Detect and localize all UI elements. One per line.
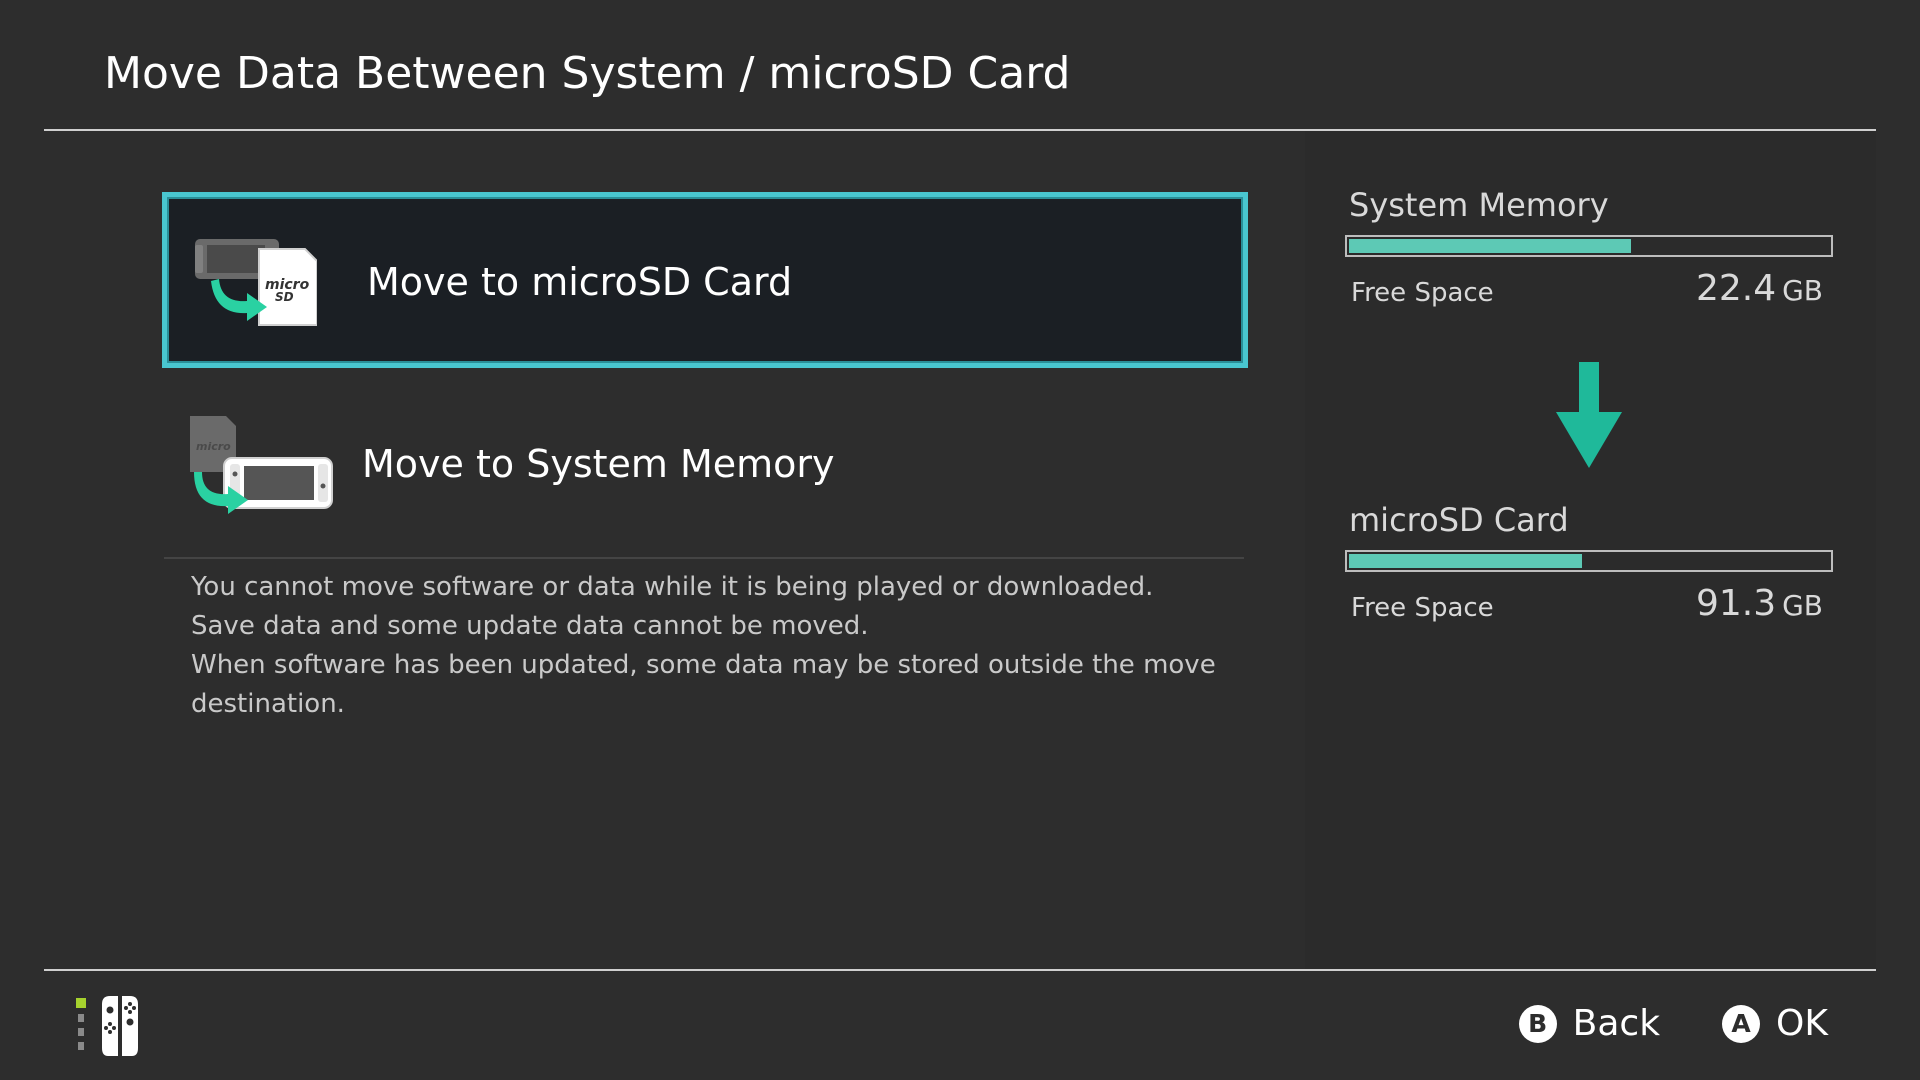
move-to-system-icon: micro [188, 414, 334, 518]
microsd-card-bar-fill [1349, 554, 1583, 568]
system-free-space-label: Free Space [1351, 278, 1494, 308]
option-label: Move to microSD Card [367, 260, 793, 304]
arrow-down-icon [1556, 362, 1622, 472]
system-memory-bar-fill [1349, 239, 1631, 253]
header: Move Data Between System / microSD Card [0, 0, 1920, 132]
system-free-number: 22.4 [1695, 268, 1777, 309]
note-line: You cannot move software or data while i… [191, 572, 1154, 602]
move-to-system-memory-button[interactable]: micro Move to System Memory [162, 406, 1248, 556]
options-divider [164, 557, 1244, 559]
back-button[interactable]: B Back [1518, 1003, 1661, 1044]
ok-button[interactable]: A OK [1722, 1003, 1828, 1044]
info-notes: You cannot move software or data while i… [191, 568, 1251, 724]
system-memory-bar [1345, 235, 1833, 257]
option-label: Move to System Memory [362, 442, 835, 486]
footer-buttons: B Back A OK [1457, 1003, 1828, 1044]
microsd-free-space-value: 91.3 GB [1696, 583, 1823, 624]
system-free-unit: GB [1782, 274, 1823, 307]
ok-label: OK [1776, 1003, 1828, 1044]
microsd-free-space-label: Free Space [1351, 593, 1494, 623]
svg-text:SD: SD [275, 290, 294, 304]
microsd-free-number: 91.3 [1695, 583, 1777, 624]
system-memory-label: System Memory [1349, 186, 1609, 224]
move-to-microsd-icon: micro SD [193, 237, 318, 333]
a-button-icon: A [1722, 1004, 1761, 1043]
microsd-free-unit: GB [1782, 589, 1823, 622]
page-title: Move Data Between System / microSD Card [104, 48, 1071, 99]
move-to-microsd-button[interactable]: micro SD Move to microSD Card [162, 192, 1248, 368]
b-button-icon: B [1518, 1004, 1557, 1043]
back-label: Back [1572, 1003, 1661, 1044]
note-line: When software has been updated, some dat… [191, 650, 1216, 680]
microsd-card-label: microSD Card [1349, 501, 1569, 539]
note-line: destination. [191, 689, 345, 719]
footer-divider [44, 969, 1876, 971]
joycon-controllers-icon[interactable] [76, 994, 172, 1062]
system-free-space-value: 22.4 GB [1696, 268, 1823, 309]
note-line: Save data and some update data cannot be… [191, 611, 869, 641]
microsd-card-bar [1345, 550, 1833, 572]
svg-text:micro: micro [196, 440, 231, 453]
